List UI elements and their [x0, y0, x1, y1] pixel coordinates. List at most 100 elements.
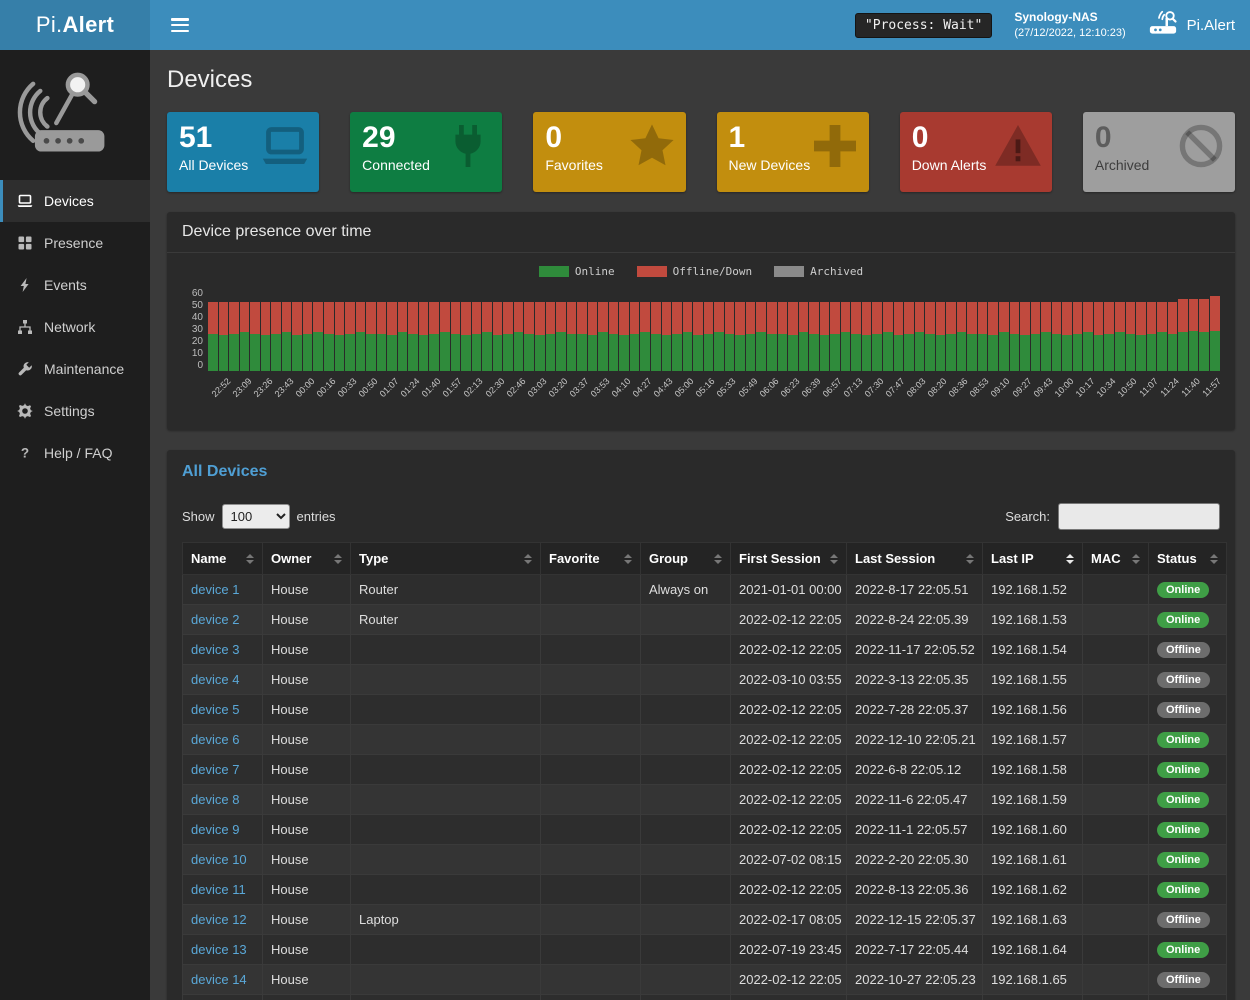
sort-icon[interactable]	[714, 554, 722, 564]
brand-right[interactable]: Pi.Alert	[1148, 10, 1235, 40]
card-favorites[interactable]: 0Favorites	[533, 112, 685, 192]
sidebar-item-events[interactable]: Events	[0, 264, 150, 306]
sort-icon[interactable]	[966, 554, 974, 564]
bar-online-segment	[820, 335, 830, 371]
sidebar-item-network[interactable]: Network	[0, 306, 150, 348]
y-tick-label: 40	[192, 312, 203, 323]
sidebar-item-devices[interactable]: Devices	[0, 180, 150, 222]
sort-icon[interactable]	[624, 554, 632, 564]
cell-last_ip: 192.168.1.61	[983, 845, 1083, 875]
device-link[interactable]: device 1	[191, 582, 239, 597]
device-link[interactable]: device 11	[191, 882, 246, 897]
bar-offline-segment	[1178, 299, 1188, 332]
cell-status: Online	[1149, 935, 1227, 965]
card-new-devices[interactable]: 1New Devices	[717, 112, 869, 192]
column-header-last_ip[interactable]: Last IP	[983, 543, 1083, 575]
device-link[interactable]: device 6	[191, 732, 239, 747]
bar-offline-segment	[503, 302, 513, 334]
card-all-devices[interactable]: 51All Devices	[167, 112, 319, 192]
bar-online-segment	[851, 334, 861, 371]
device-link[interactable]: device 4	[191, 672, 239, 687]
sort-icon[interactable]	[246, 554, 254, 564]
sort-icon[interactable]	[830, 554, 838, 564]
show-label: Show	[182, 509, 215, 524]
cell-first_session: 2022-02-12 22:05	[731, 875, 847, 905]
search-input[interactable]	[1058, 503, 1220, 530]
card-down-alerts[interactable]: 0Down Alerts	[900, 112, 1052, 192]
device-link[interactable]: device 5	[191, 702, 239, 717]
device-link[interactable]: device 7	[191, 762, 239, 777]
cell-group	[641, 755, 731, 785]
chart-bar	[957, 302, 967, 371]
sidebar-item-help-faq[interactable]: ? Help / FAQ	[0, 432, 150, 474]
cell-first_session: 2021-01-01 00:00	[731, 575, 847, 605]
x-tick: 01:07	[377, 374, 398, 422]
column-header-name[interactable]: Name	[183, 543, 263, 575]
sidebar-item-presence[interactable]: Presence	[0, 222, 150, 264]
device-link[interactable]: device 14	[191, 972, 247, 987]
table-title: All Devices	[167, 450, 1235, 483]
chart-bar	[619, 302, 629, 371]
legend-swatch	[539, 266, 569, 277]
column-header-last_session[interactable]: Last Session	[847, 543, 983, 575]
bar-offline-segment	[472, 302, 482, 334]
card-connected[interactable]: 29Connected	[350, 112, 502, 192]
device-link[interactable]: device 12	[191, 912, 247, 927]
device-link[interactable]: device 2	[191, 612, 239, 627]
column-header-status[interactable]: Status	[1149, 543, 1227, 575]
legend-item-offline-down: Offline/Down	[637, 265, 752, 278]
column-header-favorite[interactable]: Favorite	[541, 543, 641, 575]
column-header-group[interactable]: Group	[641, 543, 731, 575]
card-archived[interactable]: 0Archived	[1083, 112, 1235, 192]
chart-y-axis: 6050403020100	[182, 288, 208, 371]
column-header-first_session[interactable]: First Session	[731, 543, 847, 575]
sidebar-item-maintenance[interactable]: Maintenance	[0, 348, 150, 390]
chart-bar	[429, 302, 439, 371]
bar-offline-segment	[261, 302, 271, 335]
bar-offline-segment	[1104, 302, 1114, 334]
sidebar-item-label: Help / FAQ	[44, 445, 112, 461]
cell-favorite	[541, 755, 641, 785]
device-link[interactable]: device 10	[191, 852, 247, 867]
device-link[interactable]: device 9	[191, 822, 239, 837]
x-tick: 06:23	[777, 374, 798, 422]
column-header-mac[interactable]: MAC	[1083, 543, 1149, 575]
chart-bar	[1062, 302, 1072, 371]
sidebar-item-label: Presence	[44, 235, 103, 251]
pialert-router-icon	[1148, 10, 1178, 40]
chart-bar	[345, 302, 355, 371]
device-link[interactable]: device 13	[191, 942, 247, 957]
entries-select[interactable]: 100	[222, 504, 290, 529]
hamburger-icon	[171, 30, 189, 33]
x-tick: 10:17	[1072, 374, 1093, 422]
cell-first_session: 2022-02-12 22:05	[731, 995, 847, 1000]
chart-bar	[872, 302, 882, 371]
bar-online-segment	[1147, 334, 1157, 371]
sort-icon[interactable]	[1066, 554, 1074, 564]
sidebar: Devices Presence EventsNetworkMaintenanceS…	[0, 50, 150, 1000]
sort-icon[interactable]	[524, 554, 532, 564]
app-logo[interactable]: Pi.Alert	[0, 0, 150, 50]
sidebar-toggle-button[interactable]	[171, 18, 189, 32]
cell-mac	[1083, 635, 1149, 665]
cell-first_session: 2022-02-12 22:05	[731, 815, 847, 845]
bar-online-segment	[662, 335, 672, 371]
sort-icon[interactable]	[1210, 554, 1218, 564]
sidebar-item-settings[interactable]: Settings	[0, 390, 150, 432]
cell-last_session: 2022-7-28 22:05.37	[847, 695, 983, 725]
cell-first_session: 2022-07-19 23:45	[731, 935, 847, 965]
sort-icon[interactable]	[1132, 554, 1140, 564]
cell-last_session: 2022-11-17 22:05.52	[847, 635, 983, 665]
column-label: Last Session	[855, 551, 935, 566]
column-header-type[interactable]: Type	[351, 543, 541, 575]
device-link[interactable]: device 8	[191, 792, 239, 807]
cell-favorite	[541, 845, 641, 875]
svg-text:?: ?	[21, 446, 29, 461]
device-link[interactable]: device 3	[191, 642, 239, 657]
bar-offline-segment	[999, 302, 1009, 332]
sort-icon[interactable]	[334, 554, 342, 564]
column-header-owner[interactable]: Owner	[263, 543, 351, 575]
chart-bar	[282, 302, 292, 371]
chart-bar	[503, 302, 513, 371]
bar-online-segment	[957, 332, 967, 371]
